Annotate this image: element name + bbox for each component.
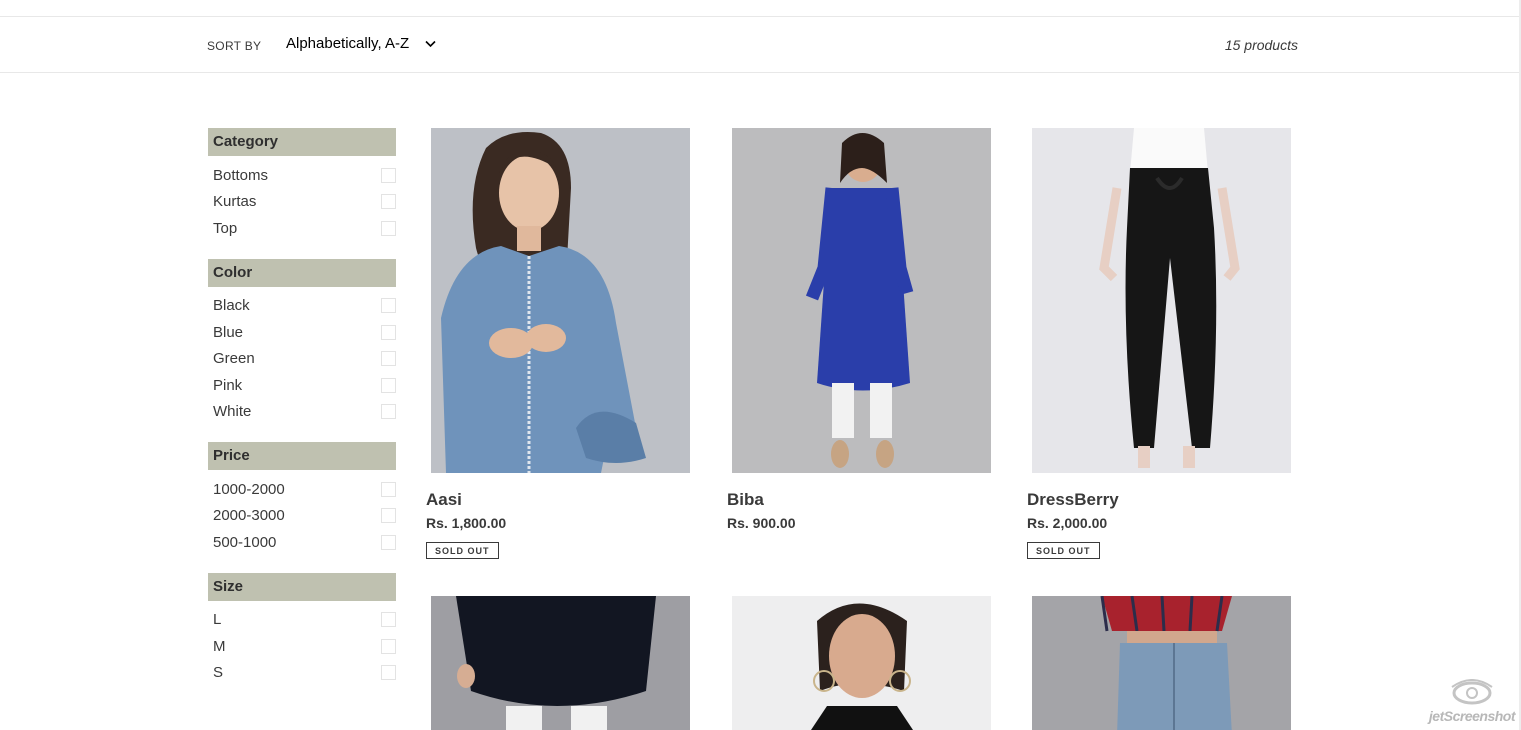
filter-option-label: Black [213, 297, 250, 315]
filter-checkbox[interactable] [381, 298, 396, 314]
filter-checkbox[interactable] [381, 351, 396, 367]
filter-option-top[interactable]: Top [208, 215, 396, 242]
product-card-dressberry[interactable]: DressBerry Rs. 2,000.00 SOLD OUT [1027, 128, 1293, 559]
filter-option-size-l[interactable]: L [208, 607, 396, 634]
filter-option-price-2000-3000[interactable]: 2000-3000 [208, 503, 396, 530]
filter-checkbox[interactable] [381, 167, 396, 183]
filter-option-green[interactable]: Green [208, 346, 396, 373]
filter-sidebar: Category Bottoms Kurtas Top Color Black … [208, 128, 396, 703]
filter-checkbox[interactable] [381, 220, 396, 236]
product-image[interactable] [732, 128, 991, 473]
filter-option-label: M [213, 637, 226, 655]
filter-group-color: Color Black Blue Green Pink White [208, 258, 396, 426]
filter-option-blue[interactable]: Blue [208, 319, 396, 346]
product-card-6[interactable] [1027, 596, 1293, 730]
product-image[interactable] [431, 596, 690, 730]
product-price: Rs. 2,000.00 [1027, 515, 1108, 531]
camera-logo-icon [1451, 679, 1493, 705]
sold-out-badge: SOLD OUT [1027, 542, 1100, 559]
product-card-5[interactable] [727, 596, 993, 730]
filter-option-label: L [213, 611, 222, 629]
sort-select-value: Alphabetically, A-Z [286, 35, 410, 52]
filter-checkbox[interactable] [381, 508, 396, 524]
filter-checkbox[interactable] [381, 534, 396, 550]
product-count: 15 products [1224, 37, 1298, 53]
filter-checkbox[interactable] [381, 665, 396, 681]
filter-option-label: Bottoms [213, 166, 269, 184]
filter-option-size-s[interactable]: S [208, 660, 396, 687]
chevron-down-icon [425, 40, 436, 47]
sold-out-badge: SOLD OUT [426, 542, 499, 559]
filter-option-label: Top [213, 219, 238, 237]
filter-option-label: 2000-3000 [213, 507, 285, 525]
product-image[interactable] [1032, 596, 1291, 730]
filter-option-label: S [213, 664, 224, 682]
filter-option-white[interactable]: White [208, 399, 396, 426]
filter-option-bottoms[interactable]: Bottoms [208, 162, 396, 189]
product-title[interactable]: Aasi [426, 490, 692, 510]
filter-checkbox[interactable] [381, 324, 396, 340]
filter-checkbox[interactable] [381, 194, 396, 210]
sort-select[interactable]: Alphabetically, A-Z [286, 35, 436, 52]
product-image[interactable] [732, 596, 991, 730]
filter-group-size: Size L M S [208, 572, 396, 687]
product-title[interactable]: DressBerry [1027, 490, 1293, 510]
filter-option-price-1000-2000[interactable]: 1000-2000 [208, 476, 396, 503]
filter-option-label: 1000-2000 [213, 480, 285, 498]
product-image[interactable] [431, 128, 690, 473]
product-price: Rs. 1,800.00 [426, 515, 507, 531]
product-image[interactable] [1032, 128, 1291, 473]
filter-checkbox[interactable] [381, 638, 396, 654]
filter-checkbox[interactable] [381, 377, 396, 393]
product-card-aasi[interactable]: Aasi Rs. 1,800.00 SOLD OUT [426, 128, 692, 559]
filter-group-category: Category Bottoms Kurtas Top [208, 128, 396, 242]
filter-option-pink[interactable]: Pink [208, 372, 396, 399]
watermark: jetScreenshot [1428, 679, 1516, 724]
filter-header-color: Color [208, 258, 396, 287]
filter-checkbox[interactable] [381, 612, 396, 628]
filter-option-black[interactable]: Black [208, 293, 396, 320]
filter-option-price-500-1000[interactable]: 500-1000 [208, 529, 396, 556]
toolbar: SORT BY Alphabetically, A-Z 15 products [0, 16, 1521, 73]
sort-by-label: SORT BY [207, 39, 262, 53]
filter-option-label: Green [213, 350, 255, 368]
filter-header-category: Category [208, 128, 396, 156]
product-card-biba[interactable]: Biba Rs. 900.00 [727, 128, 993, 531]
product-title[interactable]: Biba [727, 490, 993, 510]
filter-checkbox[interactable] [381, 481, 396, 497]
filter-group-price: Price 1000-2000 2000-3000 500-1000 [208, 442, 396, 556]
filter-option-label: 500-1000 [213, 533, 277, 551]
filter-option-label: Kurtas [213, 193, 257, 211]
filter-option-kurtas[interactable]: Kurtas [208, 189, 396, 216]
filter-option-label: Blue [213, 323, 244, 341]
product-price: Rs. 900.00 [727, 515, 796, 531]
filter-option-size-m[interactable]: M [208, 633, 396, 660]
product-card-4[interactable] [426, 596, 692, 730]
filter-checkbox[interactable] [381, 404, 396, 420]
watermark-text: jetScreenshot [1428, 708, 1516, 724]
filter-option-label: White [213, 403, 252, 421]
filter-header-size: Size [208, 572, 396, 601]
filter-option-label: Pink [213, 376, 243, 394]
filter-header-price: Price [208, 442, 396, 470]
